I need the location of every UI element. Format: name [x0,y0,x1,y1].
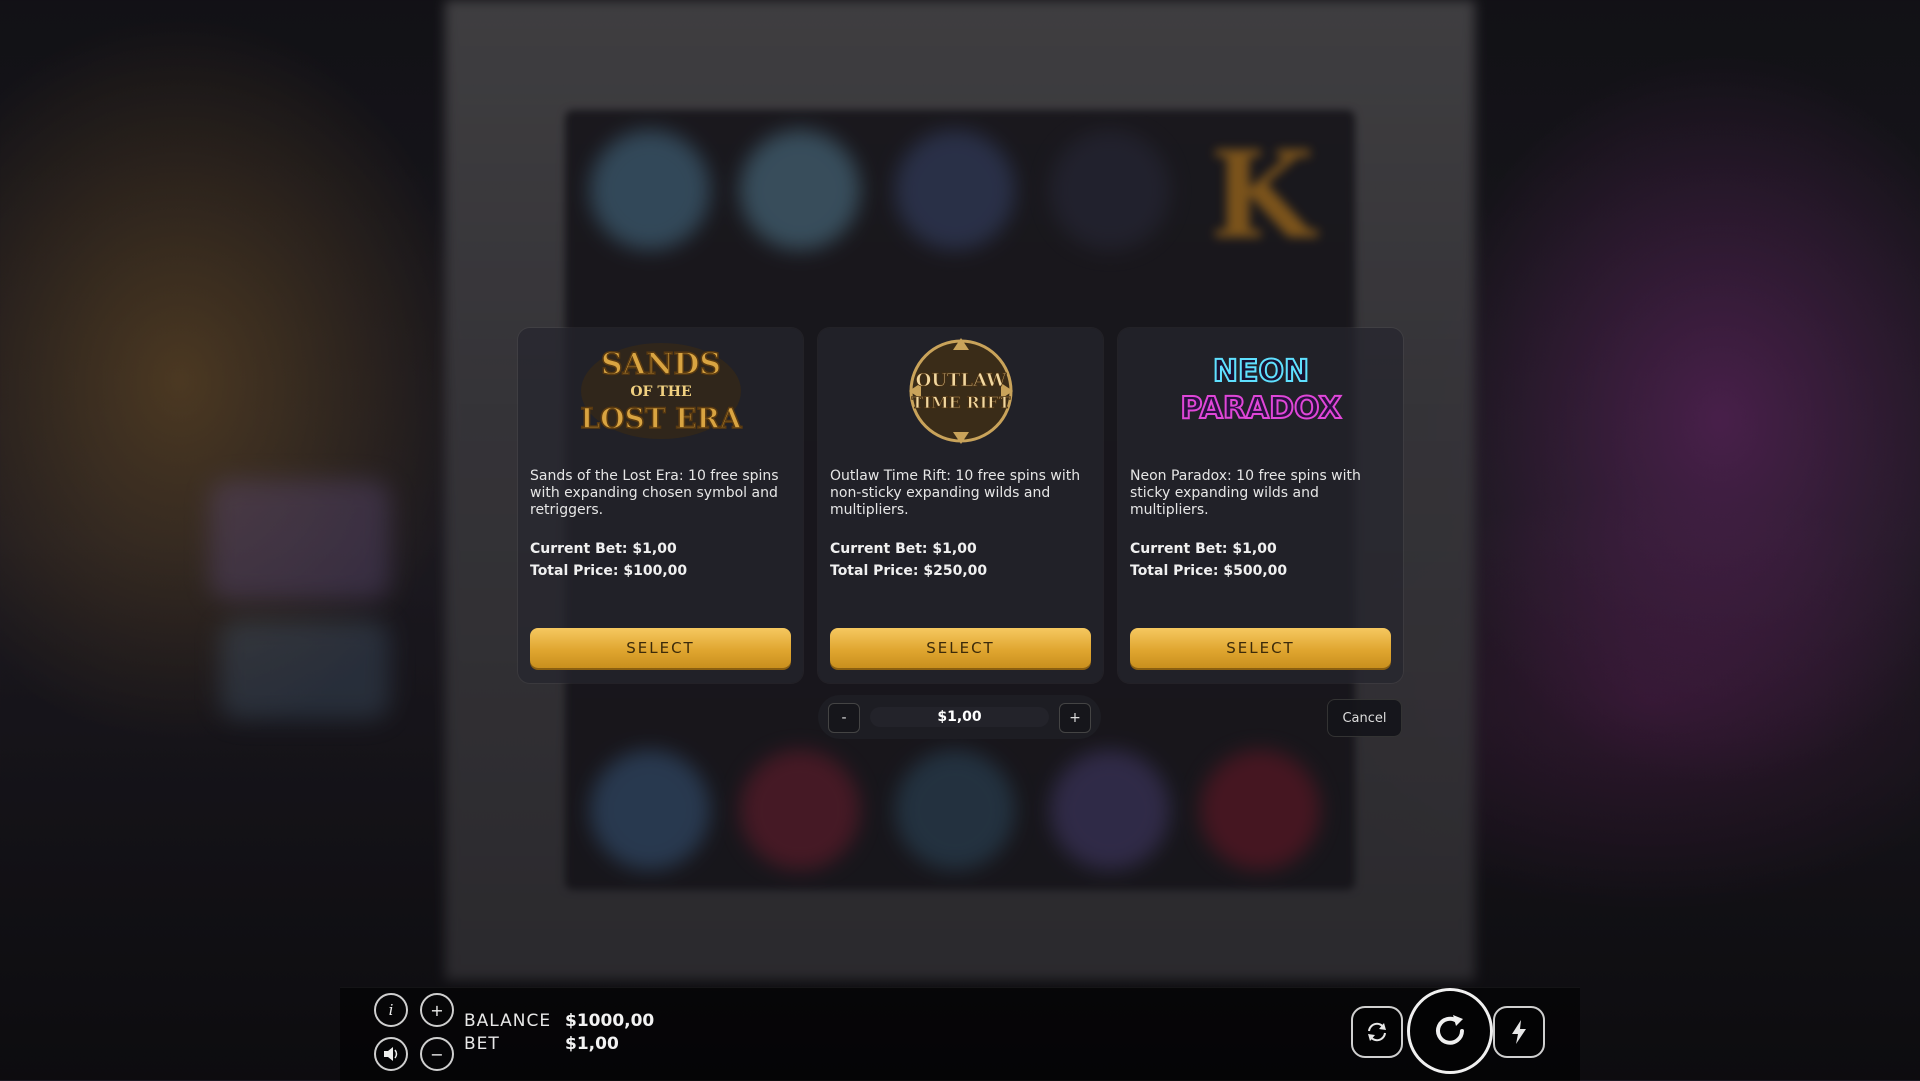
card-description: Neon Paradox: 10 free spins with sticky … [1130,468,1361,518]
card-total-price: Total Price: $100,00 [530,563,688,579]
bet-minus-button[interactable]: − [420,1037,454,1071]
minus-icon: − [430,1044,444,1064]
card-current-bet: Current Bet: $1,00 [530,541,677,557]
plus-icon: + [430,1000,444,1020]
card-total-price: Total Price: $250,00 [830,563,988,579]
bonus-card-sands: SANDS OF THE LOST ERA Sands of the Lost … [518,328,803,683]
autoplay-icon [1368,1022,1386,1042]
svg-text:OUTLAW: OUTLAW [915,370,1006,391]
balance-value: $1000,00 [565,1011,655,1031]
autoplay-button[interactable] [1351,1006,1403,1058]
info-icon: i [388,1001,394,1019]
bet-increase-button[interactable]: + [1059,703,1091,733]
turbo-icon [1512,1020,1526,1044]
bet-stepper: - $1,00 + [818,695,1101,739]
neon-logo: NEON PARADOX [1118,336,1403,446]
bet-plus-button[interactable]: + [420,993,454,1027]
sound-icon [384,1047,398,1061]
bonus-card-neon: NEON PARADOX Neon Paradox: 10 free spins… [1118,328,1403,683]
svg-text:NEON: NEON [1212,354,1308,389]
sound-button[interactable] [374,1037,408,1071]
card-total-price: Total Price: $500,00 [1130,563,1288,579]
info-button[interactable]: i [374,993,408,1027]
card-description: Sands of the Lost Era: 10 free spins wit… [530,468,779,518]
spin-button[interactable] [1407,988,1493,1074]
svg-text:PARADOX: PARADOX [1180,391,1341,426]
turbo-button[interactable] [1493,1006,1545,1058]
balance-label: BALANCE [464,1011,552,1031]
svg-text:OF THE: OF THE [630,384,691,400]
card-current-bet: Current Bet: $1,00 [830,541,977,557]
select-button-neon[interactable]: SELECT [1130,628,1391,668]
select-button-outlaw[interactable]: SELECT [830,628,1091,668]
cancel-button[interactable]: Cancel [1327,699,1402,737]
card-current-bet: Current Bet: $1,00 [1130,541,1277,557]
svg-text:TIME RIFT: TIME RIFT [911,393,1010,412]
spin-icon [1436,1015,1464,1045]
bet-decrease-button[interactable]: - [828,703,860,733]
bet-stepper-value: $1,00 [870,707,1049,727]
bonus-card-outlaw: OUTLAW TIME RIFT Outlaw Time Rift: 10 fr… [818,328,1103,683]
card-description: Outlaw Time Rift: 10 free spins with non… [830,468,1081,518]
svg-text:SANDS: SANDS [600,347,720,382]
bet-value: $1,00 [565,1034,619,1054]
svg-text:LOST ERA: LOST ERA [580,402,742,435]
sands-logo: SANDS OF THE LOST ERA [518,336,803,446]
bet-label: BET [464,1034,500,1054]
select-button-sands[interactable]: SELECT [530,628,791,668]
outlaw-logo: OUTLAW TIME RIFT [818,336,1103,446]
